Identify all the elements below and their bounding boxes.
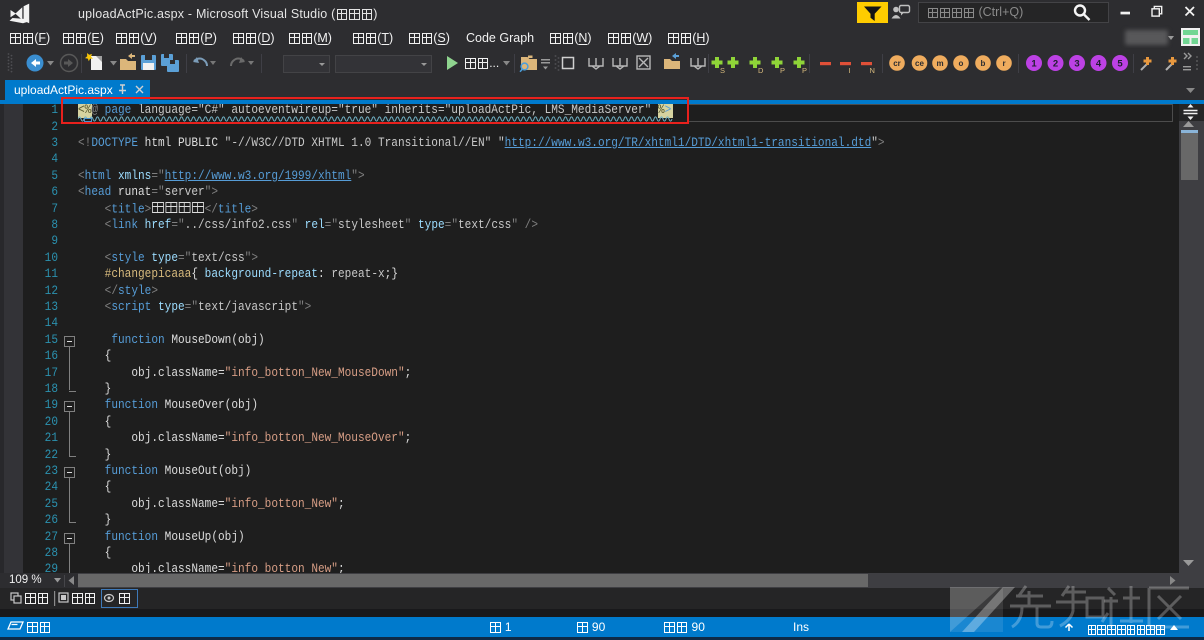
svg-text:m: m (936, 59, 943, 68)
svg-text:D: D (758, 66, 764, 75)
svg-text:ce: ce (915, 59, 924, 68)
svg-text:4: 4 (1096, 59, 1102, 70)
svg-text:I: I (849, 66, 851, 75)
svg-text:r: r (1002, 59, 1005, 68)
svg-text:1: 1 (1031, 59, 1037, 70)
svg-text:P: P (780, 66, 785, 75)
svg-text:cr: cr (893, 59, 901, 68)
svg-text:3: 3 (1074, 59, 1079, 70)
svg-text:5: 5 (1117, 59, 1123, 70)
svg-text:S: S (720, 66, 725, 75)
svg-text:N: N (870, 66, 875, 75)
svg-text:o: o (959, 59, 964, 68)
svg-text:b: b (981, 59, 986, 68)
svg-text:2: 2 (1053, 59, 1058, 70)
svg-text:P: P (802, 66, 807, 75)
